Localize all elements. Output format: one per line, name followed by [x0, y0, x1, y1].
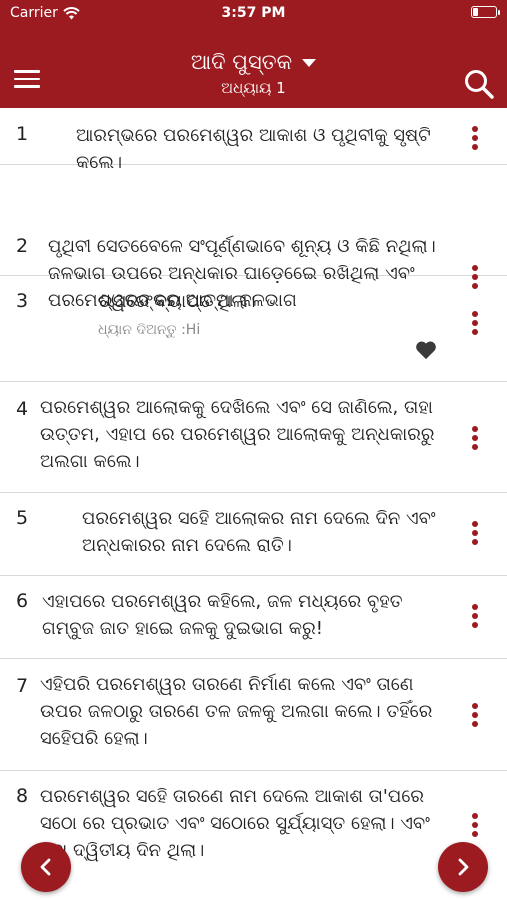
verse-row[interactable]: 3 ଉପରେ ବ୍ୟାପ୍ତ ଥିଲା। ଧ୍ୟାନ ଦିଅନ୍ତୁ :Hi: [0, 276, 507, 382]
verse-text: ଏହାପରେ ପରମେଶ୍ୱର କହିଲେ, ଜଳ ମଧ୍ୟରେ ବୃହତ ଗମ…: [42, 591, 403, 639]
verse-number: 1: [16, 123, 29, 145]
verse-number: 7: [16, 675, 29, 697]
chapter-label: ଅଧ୍ୟାୟ 1: [221, 79, 286, 97]
verse-row[interactable]: 1 ଆରମ୍ଭରେ ପରମେଶ୍ୱର ଆକାଶ ଓ ପୃଥିବୀକୁ ସୃଷ୍ଟ…: [0, 108, 507, 173]
more-options-icon[interactable]: [471, 311, 479, 338]
verse-text: ପରମେଶ୍ୱର ସହେି ଆଲୋକର ନାମ ଦେଲେ ଦିନ ଏବଂ ଅନ୍…: [82, 508, 436, 556]
verse-text: ଏହିପରି ପରମେଶ୍ୱର ତାରଣେ ନିର୍ମାଣ କଲେ ଏବଂ ତା…: [40, 674, 433, 749]
chevron-left-icon: [40, 858, 51, 876]
verse-text: ପରମେଶ୍ୱର ସହେି ତାରଣେ ନାମ ଦେଲେ ଆକାଶ ତା'ପରେ…: [40, 786, 430, 861]
verse-row[interactable]: 2 ପୃଥିବୀ ସେତବେେଳେ ସଂପୂର୍ଣ୍ଣଭାବେ ଶୂନ୍ୟ ଓ …: [0, 165, 507, 311]
verse-list: 1 ଆରମ୍ଭରେ ପରମେଶ୍ୱର ଆକାଶ ଓ ପୃଥିବୀକୁ ସୃଷ୍ଟ…: [0, 108, 507, 884]
more-options-icon[interactable]: [471, 126, 479, 153]
book-title-row: ଆଦି ପୁସ୍ତକ: [190, 50, 317, 75]
verse-number: 6: [16, 590, 29, 612]
verse-note: ଧ୍ୟାନ ଦିଅନ୍ତୁ :Hi: [98, 322, 201, 338]
nav-bar: ଆଦି ପୁସ୍ତକ ଅଧ୍ୟାୟ 1: [0, 28, 507, 108]
search-icon[interactable]: [463, 68, 495, 100]
status-bar: Carrier 3:57 PM: [0, 0, 507, 28]
more-options-icon[interactable]: [471, 426, 479, 453]
verse-row[interactable]: 7 ଏହିପରି ପରମେଶ୍ୱର ତାରଣେ ନିର୍ମାଣ କଲେ ଏବଂ …: [0, 659, 507, 771]
verse-row[interactable]: 5 ପରମେଶ୍ୱର ସହେି ଆଲୋକର ନାମ ଦେଲେ ଦିନ ଏବଂ ଅ…: [0, 493, 507, 576]
verse-row[interactable]: 4 ପରମେଶ୍ୱର ଆଲୋକକୁ ଦେଖିଲେ ଏବଂ ସେ ଜାଣିଲେ, …: [0, 382, 507, 493]
book-selector[interactable]: ଆଦି ପୁସ୍ତକ ଅଧ୍ୟାୟ 1: [0, 50, 507, 97]
more-options-icon[interactable]: [471, 521, 479, 548]
verse-number: 8: [16, 785, 29, 807]
verse-number: 2: [16, 235, 29, 257]
more-options-icon[interactable]: [471, 813, 479, 840]
chevron-right-icon: [458, 858, 469, 876]
verse-row[interactable]: 6 ଏହାପରେ ପରମେଶ୍ୱର କହିଲେ, ଜଳ ମଧ୍ୟରେ ବୃହତ …: [0, 576, 507, 659]
book-title: ଆଦି ପୁସ୍ତକ: [190, 50, 293, 74]
next-chapter-button[interactable]: [438, 842, 488, 892]
heart-icon: [416, 341, 436, 360]
caret-down-icon: [302, 58, 317, 67]
verse-row[interactable]: 8 ପରମେଶ୍ୱର ସହେି ତାରଣେ ନାମ ଦେଲେ ଆକାଶ ତା'ପ…: [0, 771, 507, 884]
verse-text: ଉପରେ ବ୍ୟାପ୍ତ ଥିଲା।: [98, 291, 256, 312]
status-time: 3:57 PM: [221, 5, 286, 21]
battery-icon: [471, 6, 500, 18]
battery-fill: [473, 8, 478, 16]
previous-chapter-button[interactable]: [21, 842, 71, 892]
verse-number: 3: [16, 290, 29, 312]
more-options-icon[interactable]: [471, 703, 479, 730]
more-options-icon[interactable]: [471, 604, 479, 631]
verse-text: ପରମେଶ୍ୱର ଆଲୋକକୁ ଦେଖିଲେ ଏବଂ ସେ ଜାଣିଲେ, ତା…: [40, 397, 435, 472]
verse-number: 4: [16, 398, 29, 420]
verse-number: 5: [16, 507, 29, 529]
